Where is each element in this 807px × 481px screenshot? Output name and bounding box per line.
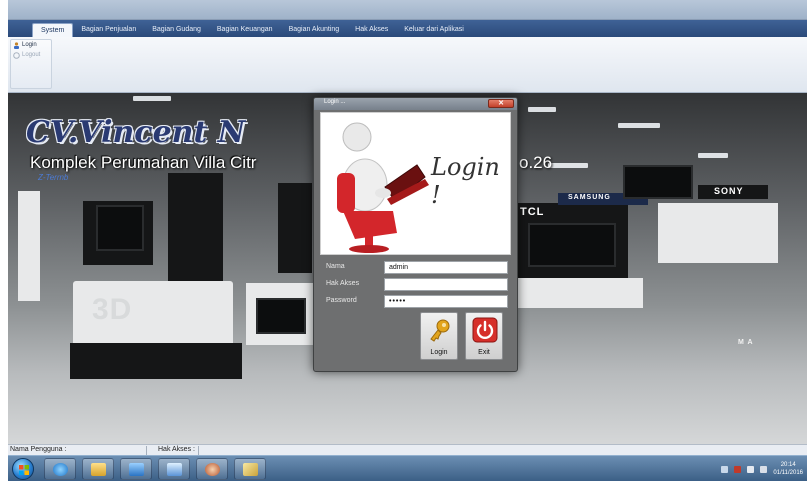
taskbar-app-button[interactable]: [158, 458, 190, 480]
display-base: [70, 343, 242, 379]
key-icon: [430, 319, 450, 342]
paint-icon: [205, 463, 220, 476]
password-input[interactable]: •••••: [384, 295, 508, 308]
ceiling-light: [698, 153, 728, 158]
display-wall: [658, 203, 778, 263]
display-counter: [513, 278, 643, 308]
login-dialog: Login ... ✕ Login ! Nama admin Hak Akses…: [313, 97, 518, 372]
company-address-tail: o.26: [519, 153, 553, 172]
taskbar-tool-button[interactable]: [234, 458, 266, 480]
login-button-label: Login: [430, 349, 448, 356]
ribbon-group-system: Login Logout: [10, 39, 52, 89]
menu-bar: System Bagian Penjualan Bagian Gudang Ba…: [8, 20, 807, 37]
password-row: Password •••••: [326, 295, 512, 309]
ribbon-logout-label: Logout: [22, 52, 41, 58]
status-user-label: Nama Pengguna :: [10, 446, 67, 453]
access-row: Hak Akses: [326, 278, 512, 292]
tray-volume-icon[interactable]: [760, 465, 768, 473]
taskbar-media-button[interactable]: [120, 458, 152, 480]
tool-icon: [243, 463, 258, 476]
clock-time: 20:14: [780, 462, 796, 468]
company-address: Komplek Perumahan Villa Citr: [30, 153, 257, 172]
ceiling-light: [133, 96, 171, 101]
login-banner-text: Login !: [431, 153, 500, 209]
login-dialog-titlebar[interactable]: Login ... ✕: [314, 98, 517, 110]
display-column: [18, 191, 40, 301]
ceiling-light: [618, 123, 660, 128]
tray-flag-icon[interactable]: [734, 465, 742, 473]
logout-icon: [13, 51, 20, 59]
exit-button[interactable]: Exit: [465, 312, 503, 360]
clock-date: 01/11/2016: [773, 470, 803, 476]
display-stand: [278, 183, 312, 273]
tv-display: [528, 223, 616, 267]
status-separator: [146, 446, 147, 455]
tv-display: [96, 205, 144, 251]
login-dialog-title: Login ...: [324, 99, 346, 105]
tv-display: [623, 165, 693, 199]
status-bar: Nama Pengguna : Hak Akses :: [8, 444, 807, 455]
tv-display: [256, 298, 306, 334]
start-button[interactable]: [12, 458, 34, 480]
system-tray: 20:14 01/11/2016: [721, 459, 803, 479]
brand-tcl: TCL: [520, 206, 545, 218]
password-label: Password: [326, 297, 357, 304]
close-icon: ✕: [498, 100, 504, 107]
tab-keluar[interactable]: Keluar dari Aplikasi: [396, 23, 472, 37]
user-icon: [13, 41, 20, 49]
tab-bagian-akunting[interactable]: Bagian Akunting: [281, 23, 348, 37]
tray-network-icon[interactable]: [747, 465, 755, 473]
screen: System Bagian Penjualan Bagian Gudang Ba…: [8, 0, 807, 481]
tab-bagian-keuangan[interactable]: Bagian Keuangan: [209, 23, 281, 37]
app-window-icon: [167, 463, 182, 476]
folder-icon: [91, 463, 106, 476]
login-button[interactable]: Login: [420, 312, 458, 360]
tab-hak-akses[interactable]: Hak Akses: [347, 23, 396, 37]
windows-logo-icon: [19, 465, 29, 475]
internet-explorer-icon: [53, 463, 68, 476]
name-input[interactable]: admin: [384, 261, 508, 274]
status-separator: [198, 446, 199, 455]
tab-system[interactable]: System: [32, 23, 74, 37]
power-icon: [472, 317, 498, 343]
exit-button-label: Exit: [478, 349, 490, 356]
name-label: Nama: [326, 263, 345, 270]
ribbon: Login Logout: [8, 37, 807, 93]
login-banner: Login !: [320, 112, 511, 255]
ceiling-light: [528, 107, 556, 112]
tab-bagian-penjualan[interactable]: Bagian Penjualan: [73, 23, 144, 37]
taskbar-explorer-button[interactable]: [82, 458, 114, 480]
taskbar: 20:14 01/11/2016: [8, 455, 807, 481]
access-label: Hak Akses: [326, 280, 360, 287]
ribbon-login-button[interactable]: Login: [11, 40, 51, 50]
close-button[interactable]: ✕: [488, 99, 514, 108]
clock[interactable]: 20:14 01/11/2016: [773, 461, 803, 477]
brand-samsung: SAMSUNG: [568, 194, 611, 201]
taskbar-paint-button[interactable]: [196, 458, 228, 480]
ribbon-logout-button[interactable]: Logout: [11, 50, 51, 60]
ribbon-login-label: Login: [22, 42, 37, 48]
brand-sony: SONY: [714, 186, 744, 196]
tab-bagian-gudang[interactable]: Bagian Gudang: [144, 23, 209, 37]
brand-ma: M A: [738, 339, 754, 346]
access-input[interactable]: [384, 278, 508, 291]
name-row: Nama admin: [326, 261, 512, 275]
window-titlebar: [8, 0, 807, 20]
brand-3d: 3D: [92, 293, 133, 326]
company-logo-text: Z-Terrnb: [38, 173, 69, 182]
user-at-laptop-illustration: [337, 122, 429, 253]
ceiling-light: [548, 163, 588, 168]
media-player-icon: [129, 463, 144, 476]
status-access-label: Hak Akses :: [158, 446, 195, 453]
taskbar-ie-button[interactable]: [44, 458, 76, 480]
tray-arrow-icon[interactable]: [721, 465, 729, 473]
